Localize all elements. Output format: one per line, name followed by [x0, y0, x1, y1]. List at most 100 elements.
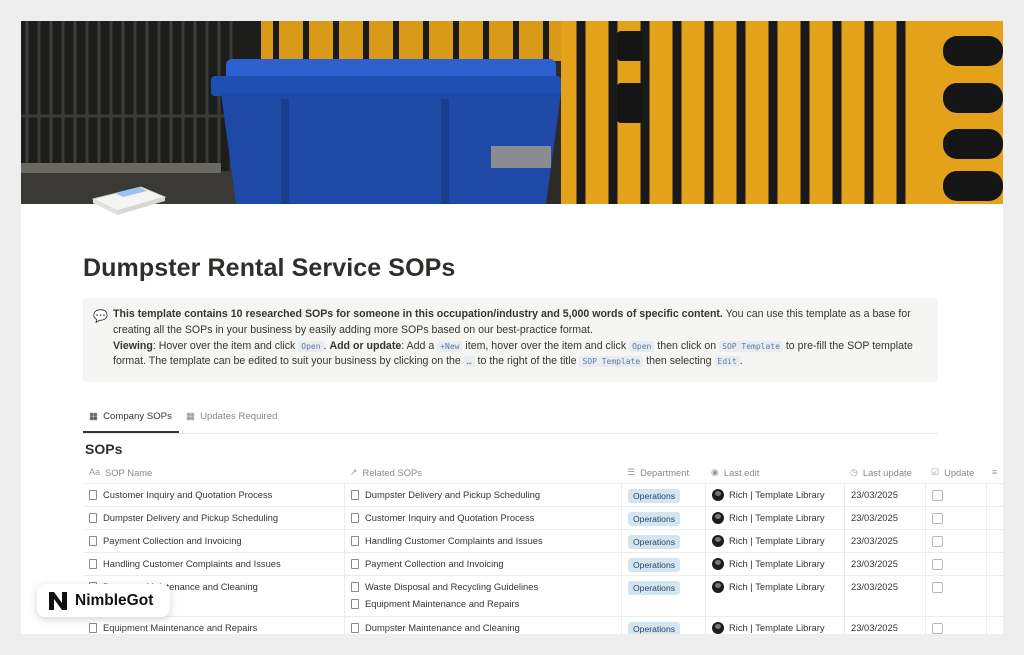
- date-value: 23/03/2025: [851, 512, 898, 523]
- last-update-cell[interactable]: 23/03/2025: [844, 553, 925, 575]
- department-cell[interactable]: Operations: [621, 484, 705, 506]
- related-sop-link[interactable]: Handling Customer Complaints and Issues: [365, 535, 543, 546]
- sop-name-cell[interactable]: Dumpster Delivery and Pickup Scheduling: [83, 507, 344, 529]
- table-row[interactable]: Dumpster Delivery and Pickup Scheduling …: [83, 507, 1003, 530]
- column-header-sop-name[interactable]: Aa SOP Name: [83, 461, 344, 483]
- sop-name-cell[interactable]: Customer Inquiry and Quotation Process: [83, 484, 344, 506]
- avatar: [712, 558, 724, 570]
- table-row[interactable]: Handling Customer Complaints and Issues …: [83, 553, 1003, 576]
- last-update-cell[interactable]: 23/03/2025: [844, 617, 925, 634]
- department-badge: Operations: [628, 512, 681, 526]
- add-text-1: : Add a: [401, 339, 438, 352]
- column-header-related-sops[interactable]: ↗ Related SOPs: [344, 461, 621, 483]
- last-edit-cell: Rich | Template Library: [705, 507, 844, 529]
- column-header-more[interactable]: ≡: [986, 461, 1003, 483]
- last-update-cell[interactable]: 23/03/2025: [844, 530, 925, 552]
- related-sop-link[interactable]: Equipment Maintenance and Repairs: [365, 598, 519, 609]
- update-cell: [925, 576, 986, 616]
- related-sop-link[interactable]: Waste Disposal and Recycling Guidelines: [365, 581, 538, 592]
- page-icon: [89, 623, 97, 633]
- last-update-cell[interactable]: 23/03/2025: [844, 576, 925, 616]
- related-sops-cell[interactable]: Dumpster Maintenance and Cleaning: [344, 617, 621, 634]
- update-checkbox[interactable]: [932, 582, 943, 593]
- department-cell[interactable]: Operations: [621, 617, 705, 634]
- page-icon: [351, 599, 359, 609]
- sop-name: Equipment Maintenance and Repairs: [103, 622, 258, 633]
- header-label: Related SOPs: [362, 467, 422, 478]
- department-badge: Operations: [628, 535, 681, 549]
- department-cell[interactable]: Operations: [621, 553, 705, 575]
- column-header-last-edit[interactable]: ◉ Last edit: [705, 461, 844, 483]
- speech-bubble-icon: 💬: [93, 309, 108, 323]
- dots-code: …: [463, 356, 475, 368]
- viewing-label: Viewing: [113, 339, 153, 352]
- tab-updates-required[interactable]: ▦ Updates Required: [186, 411, 277, 422]
- extra-cell: [986, 553, 1003, 575]
- related-sops-cell[interactable]: Customer Inquiry and Quotation Process: [344, 507, 621, 529]
- column-header-last-update[interactable]: ◷ Last update: [844, 461, 925, 483]
- update-checkbox[interactable]: [932, 623, 943, 634]
- update-cell: [925, 507, 986, 529]
- related-sops-cell[interactable]: Waste Disposal and Recycling Guidelines E…: [344, 576, 621, 616]
- info-callout: 💬 This template contains 10 researched S…: [83, 298, 938, 382]
- update-cell: [925, 617, 986, 634]
- table-icon: ▦: [89, 411, 99, 422]
- department-cell[interactable]: Operations: [621, 507, 705, 529]
- page-icon: [351, 623, 359, 633]
- table-row[interactable]: Payment Collection and Invoicing Handlin…: [83, 530, 1003, 553]
- table-icon: ▦: [186, 411, 196, 422]
- update-checkbox[interactable]: [932, 513, 943, 524]
- page-icon: [351, 536, 359, 546]
- department-cell[interactable]: Operations: [621, 530, 705, 552]
- new-code: +New: [437, 340, 463, 352]
- table-row[interactable]: Customer Inquiry and Quotation Process D…: [83, 484, 1003, 507]
- sop-name-cell[interactable]: Handling Customer Complaints and Issues: [83, 553, 344, 575]
- page-icon[interactable]: [91, 179, 167, 215]
- related-sop-link[interactable]: Dumpster Delivery and Pickup Scheduling: [365, 489, 540, 500]
- open-code-2: Open: [629, 340, 655, 352]
- nimblegot-logo-icon: [49, 591, 67, 610]
- sop-name-cell[interactable]: Equipment Maintenance and Repairs: [83, 617, 344, 634]
- editor-name: Rich | Template Library: [729, 558, 825, 569]
- page-icon: [351, 559, 359, 569]
- update-checkbox[interactable]: [932, 536, 943, 547]
- date-value: 23/03/2025: [851, 581, 898, 592]
- sop-name: Handling Customer Complaints and Issues: [103, 558, 281, 569]
- tab-label: Updates Required: [200, 411, 278, 422]
- add-text-7: .: [739, 355, 743, 368]
- department-badge: Operations: [628, 489, 681, 503]
- nimblegot-watermark: NimbleGot: [37, 584, 170, 617]
- callout-intro-bold: This template contains 10 researched SOP…: [113, 308, 723, 320]
- extra-cell: [986, 530, 1003, 552]
- related-sop-link[interactable]: Payment Collection and Invoicing: [365, 558, 504, 569]
- sop-name-cell[interactable]: Payment Collection and Invoicing: [83, 530, 344, 552]
- related-sops-cell[interactable]: Payment Collection and Invoicing: [344, 553, 621, 575]
- table-row[interactable]: Equipment Maintenance and Repairs Dumpst…: [83, 617, 1003, 634]
- related-sop-link[interactable]: Customer Inquiry and Quotation Process: [365, 512, 534, 523]
- editor-name: Rich | Template Library: [729, 622, 825, 633]
- last-edit-cell: Rich | Template Library: [705, 617, 844, 634]
- update-checkbox[interactable]: [932, 559, 943, 570]
- edit-code: Edit: [714, 356, 740, 368]
- update-checkbox[interactable]: [932, 490, 943, 501]
- database-title[interactable]: SOPs: [85, 441, 122, 457]
- department-cell[interactable]: Operations: [621, 576, 705, 616]
- last-update-cell[interactable]: 23/03/2025: [844, 484, 925, 506]
- cover-image[interactable]: [21, 21, 1003, 204]
- avatar: [712, 622, 724, 634]
- tab-company-sops[interactable]: ▦ Company SOPs: [89, 411, 172, 422]
- column-header-department[interactable]: ☰ Department: [621, 461, 705, 483]
- editor-name: Rich | Template Library: [729, 489, 825, 500]
- extra-cell: [986, 507, 1003, 529]
- last-update-cell[interactable]: 23/03/2025: [844, 507, 925, 529]
- page-icon: [89, 536, 97, 546]
- page-card: Dumpster Rental Service SOPs 💬 This temp…: [21, 21, 1003, 634]
- column-header-update[interactable]: ☑ Update: [925, 461, 986, 483]
- related-sops-cell[interactable]: Dumpster Delivery and Pickup Scheduling: [344, 484, 621, 506]
- related-sops-cell[interactable]: Handling Customer Complaints and Issues: [344, 530, 621, 552]
- table-row[interactable]: Dumpster Maintenance and Cleaning Waste …: [83, 576, 1003, 617]
- related-sop-link[interactable]: Dumpster Maintenance and Cleaning: [365, 622, 520, 633]
- last-edit-cell: Rich | Template Library: [705, 530, 844, 552]
- header-label: Department: [640, 467, 690, 478]
- avatar: [712, 535, 724, 547]
